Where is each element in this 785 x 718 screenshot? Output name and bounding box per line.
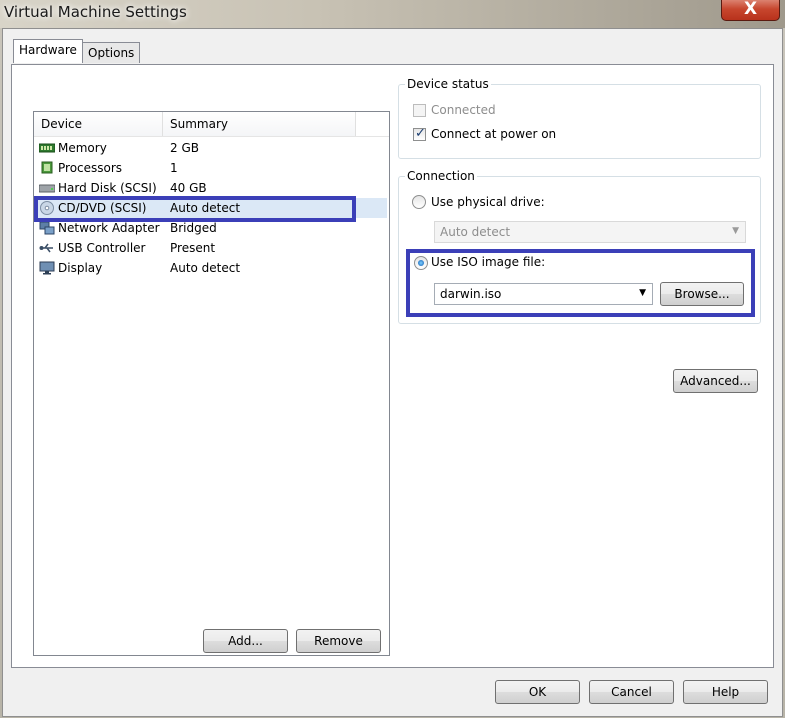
usb-icon [39,243,53,253]
device-summary: Auto detect [170,261,241,275]
physical-drive-value: Auto detect [440,225,511,239]
remove-device-button[interactable]: Remove [296,629,381,653]
window-title: Virtual Machine Settings [4,3,187,21]
connection-title: Connection [405,169,477,183]
cancel-button[interactable]: Cancel [589,680,674,704]
connection-group: Connection Use physical drive: Auto dete… [398,169,761,324]
tab-options[interactable]: Options [82,42,141,63]
header-divider [34,136,389,137]
add-device-button[interactable]: Add... [203,629,288,653]
close-button[interactable]: X [721,0,780,21]
device-name: Display [58,261,103,275]
device-status-group: Device status Connected ✓ Connect at pow… [398,77,761,159]
close-icon: X [743,0,758,19]
dialog-client: Hardware Options Device Summary Memory 2… [2,28,783,717]
device-name: Processors [58,161,123,175]
connected-label: Connected [431,103,496,117]
device-summary: 2 GB [170,141,199,155]
device-summary: Present [170,241,216,255]
processor-icon [41,161,53,174]
device-row-hard-disk[interactable]: Hard Disk (SCSI) 40 GB [35,178,387,198]
hard-disk-icon [39,184,55,193]
device-name: Memory [58,141,107,155]
network-adapter-icon [39,221,55,235]
settings-window: Virtual Machine Settings X Hardware Opti… [0,0,785,718]
device-row-memory[interactable]: Memory 2 GB [35,138,387,158]
hardware-panel: Device Summary Memory 2 GB Processors 1 … [11,64,774,668]
physical-drive-select[interactable]: Auto detect ▼ [434,221,746,243]
connect-at-power-on-checkbox[interactable]: ✓ [413,126,426,141]
device-name: USB Controller [58,241,146,255]
checkmark-icon: ✓ [415,126,426,141]
device-row-processors[interactable]: Processors 1 [35,158,387,178]
tab-hardware[interactable]: Hardware [13,39,83,63]
help-button[interactable]: Help [683,680,768,704]
memory-icon [39,143,55,153]
column-header-device[interactable]: Device [34,112,163,136]
use-physical-drive-label: Use physical drive: [431,195,545,209]
display-icon [39,261,55,275]
ok-button[interactable]: OK [495,680,580,704]
title-bar[interactable]: Virtual Machine Settings X [0,0,785,28]
iso-highlight-annotation [406,249,755,317]
device-row-usb-controller[interactable]: USB Controller Present [35,238,387,258]
device-row-display[interactable]: Display Auto detect [35,258,387,278]
advanced-button[interactable]: Advanced... [673,369,758,393]
device-summary: 40 GB [170,181,207,195]
connect-at-power-on-label: Connect at power on [431,127,557,141]
chevron-down-icon: ▼ [732,226,739,236]
use-physical-drive-radio[interactable] [412,195,426,209]
device-status-title: Device status [405,77,491,91]
device-name: Hard Disk (SCSI) [58,181,157,195]
device-list[interactable]: Device Summary Memory 2 GB Processors 1 … [33,111,390,656]
cd-dvd-highlight-annotation [34,196,356,222]
column-header-summary[interactable]: Summary [163,112,356,136]
connected-checkbox[interactable] [413,104,426,117]
device-summary: 1 [170,161,178,175]
